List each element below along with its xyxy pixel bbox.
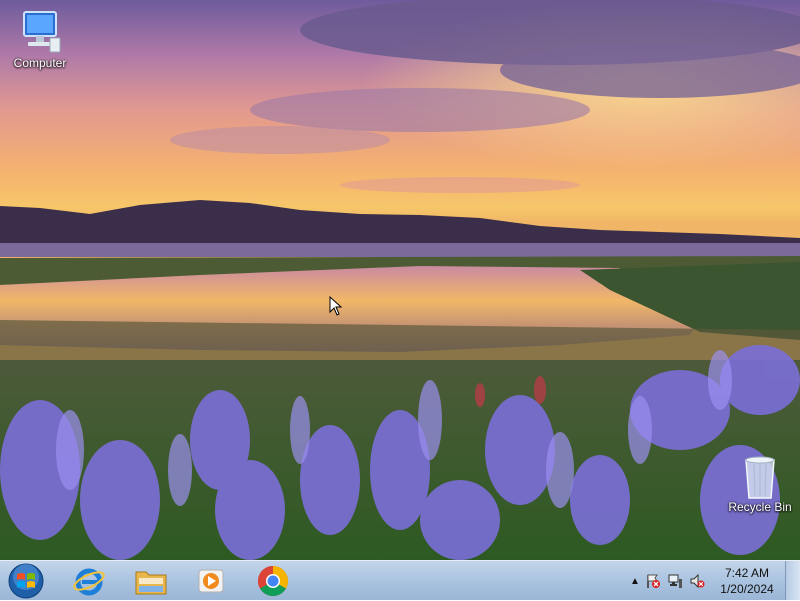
desktop-icon-computer[interactable]: Computer: [2, 8, 78, 70]
volume-muted-icon: [690, 573, 705, 589]
taskbar-chrome-button[interactable]: [248, 563, 298, 599]
taskbar-media-player-button[interactable]: [186, 563, 236, 599]
tray-action-center-button[interactable]: [642, 570, 664, 592]
desktop-icon-label: Recycle Bin: [728, 500, 792, 514]
desktop-wallpaper: [0, 0, 800, 560]
tray-network-button[interactable]: [664, 570, 686, 592]
desktop-icon-label: Computer: [13, 56, 67, 70]
start-button[interactable]: [4, 563, 48, 599]
desktop-icon-recycle-bin[interactable]: Recycle Bin: [722, 452, 798, 514]
chrome-icon: [257, 566, 289, 597]
recycle-bin-icon: [736, 452, 784, 499]
show-desktop-button[interactable]: [785, 561, 800, 600]
clock-time: 7:42 AM: [724, 566, 770, 580]
show-hidden-icons-button[interactable]: ▲: [628, 570, 642, 592]
taskbar-clock[interactable]: 7:42 AM 1/20/2024: [712, 565, 782, 597]
clock-date: 1/20/2024: [720, 582, 774, 596]
windows-start-orb-icon: [8, 563, 44, 599]
wallpaper-landscape: [0, 0, 800, 560]
taskbar: ▲ 7:42 AM 1/20/2024: [0, 560, 800, 600]
file-explorer-icon: [135, 571, 167, 595]
computer-icon: [16, 8, 64, 54]
tray-volume-button[interactable]: [686, 570, 708, 592]
internet-explorer-icon: [73, 568, 105, 596]
network-icon: [668, 574, 682, 588]
media-player-icon: [198, 569, 224, 593]
taskbar-file-explorer-button[interactable]: [126, 563, 176, 599]
taskbar-internet-explorer-button[interactable]: [64, 563, 114, 599]
action-center-flag-icon: [647, 574, 660, 588]
system-tray: ▲ 7:42 AM 1/20/2024: [628, 561, 782, 601]
mouse-cursor-icon: [329, 295, 343, 321]
